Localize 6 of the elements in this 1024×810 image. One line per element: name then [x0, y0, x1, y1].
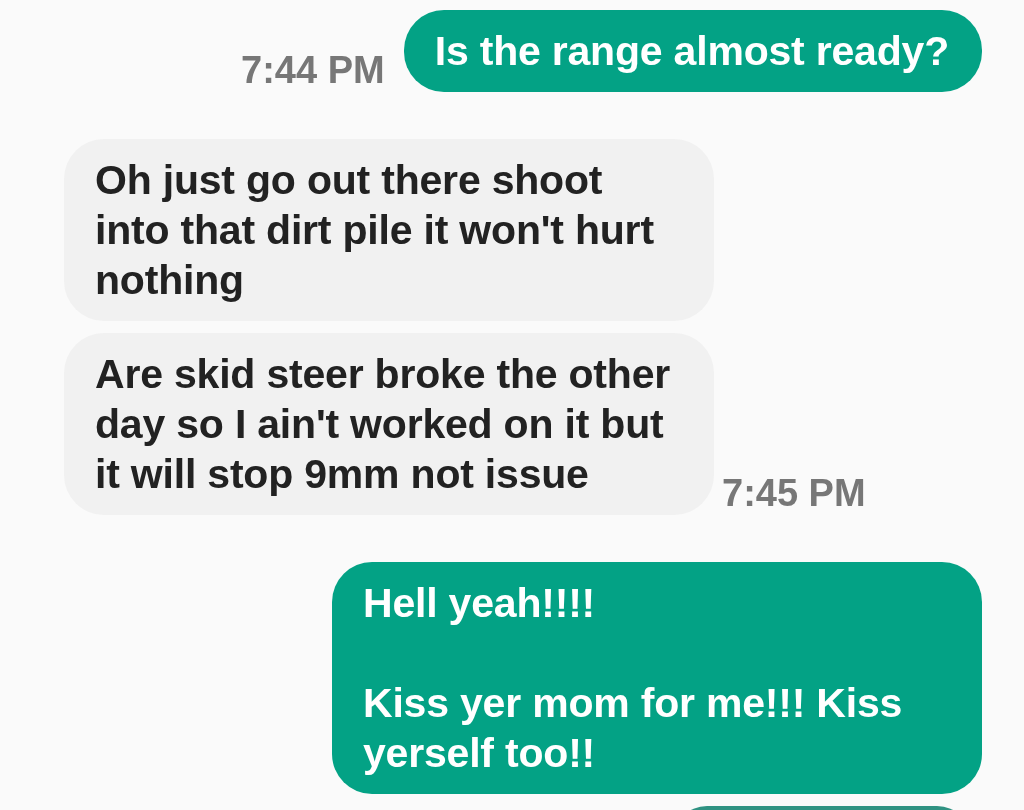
sent-message-bubble: Hell yeah!!!! Kiss yer mom for me!!! Kiss yerself too!!	[332, 562, 982, 794]
sent-message-bubble: Is the range almost ready?	[403, 10, 982, 92]
received-message-bubble: Oh just go out there shoot into that dirt pile it won't hurt nothing	[64, 139, 714, 321]
received-message-bubble: Are skid steer broke the other day so I ain't worked on it but it will stop 9mm not issue	[64, 333, 714, 515]
message-timestamp: 7:44 PM	[241, 50, 385, 90]
message-timestamp: 7:45 PM	[722, 473, 866, 513]
